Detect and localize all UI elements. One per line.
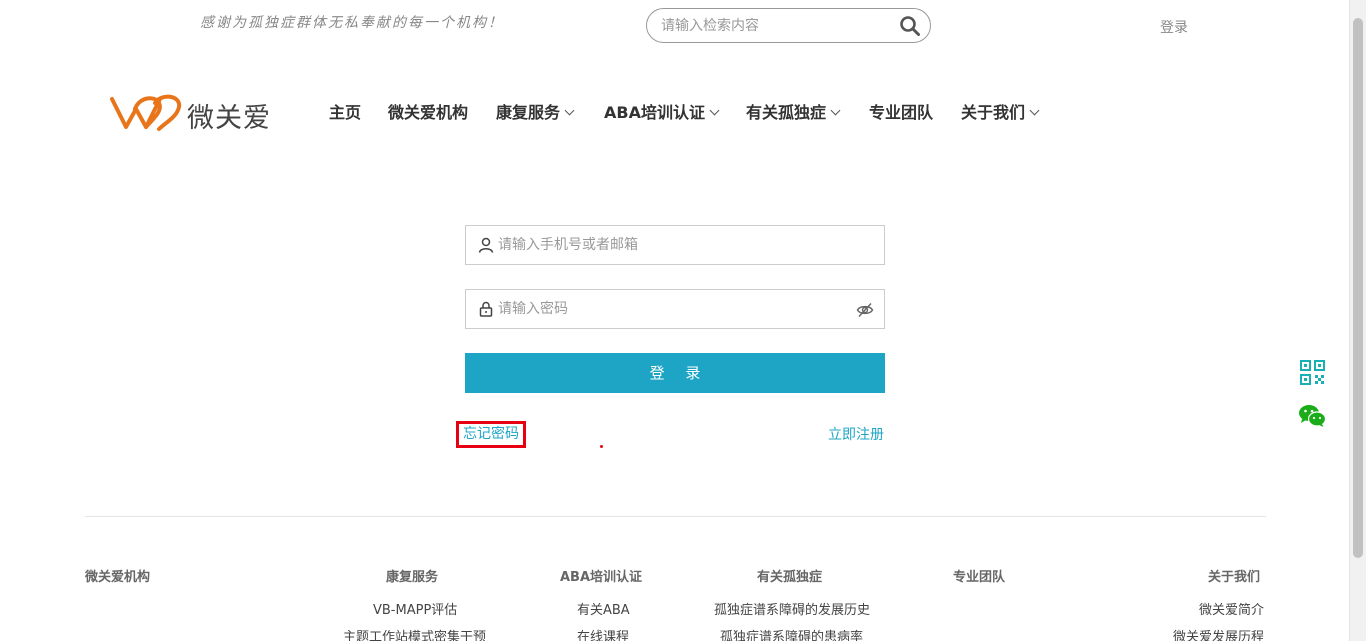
search-icon[interactable] [899, 15, 921, 37]
nav-item-about-autism[interactable]: 有关孤独症 [746, 99, 841, 123]
footer-link[interactable]: VB-MAPP评估 [373, 599, 457, 618]
nav-item-home[interactable]: 主页 [329, 99, 361, 123]
chevron-down-icon [564, 105, 575, 116]
account-field[interactable] [465, 225, 885, 265]
password-input[interactable] [498, 299, 838, 319]
login-button[interactable]: 登 录 [465, 353, 885, 393]
password-field[interactable] [465, 289, 885, 329]
main-nav: 主页 微关爱机构 康复服务 ABA培训认证 有关孤独症 专业团队 关于我们 [0, 99, 1366, 123]
footer-link[interactable]: 微关爱简介 [1199, 599, 1264, 618]
chevron-down-icon [830, 105, 841, 116]
qr-code-icon[interactable] [1300, 360, 1325, 385]
footer-link[interactable]: 微关爱发展历程 [1173, 626, 1264, 641]
footer-title-team[interactable]: 专业团队 [953, 566, 1005, 585]
register-link[interactable]: 立即注册 [828, 424, 884, 444]
lock-icon [478, 301, 494, 317]
nav-item-team[interactable]: 专业团队 [869, 99, 933, 123]
footer-title-autism[interactable]: 有关孤独症 [757, 566, 822, 585]
eye-slash-icon[interactable] [856, 301, 874, 319]
nav-item-about-us[interactable]: 关于我们 [961, 99, 1040, 123]
search-box[interactable] [646, 8, 931, 43]
footer-title-institutions[interactable]: 微关爱机构 [85, 566, 150, 585]
cursor-marker [600, 445, 603, 448]
nav-item-rehab-services[interactable]: 康复服务 [496, 99, 575, 123]
wechat-icon[interactable] [1298, 404, 1327, 428]
forgot-password-link[interactable]: 忘记密码 [456, 421, 526, 448]
chevron-down-icon [709, 105, 720, 116]
footer-title-rehab[interactable]: 康复服务 [386, 566, 438, 585]
footer-link[interactable]: 主题工作站模式密集干预 [343, 626, 486, 641]
footer-link[interactable]: 孤独症谱系障碍的患病率 [720, 626, 863, 641]
user-icon [478, 237, 494, 253]
chevron-down-icon [1029, 105, 1040, 116]
account-input[interactable] [498, 235, 838, 255]
footer-divider [85, 516, 1266, 517]
footer-link[interactable]: 孤独症谱系障碍的发展历史 [714, 599, 870, 618]
page-scrollbar[interactable] [1349, 0, 1366, 641]
footer-title-about[interactable]: 关于我们 [1208, 566, 1260, 585]
search-input[interactable] [661, 16, 891, 36]
footer-link[interactable]: 在线课程 [577, 626, 629, 641]
nav-item-institutions[interactable]: 微关爱机构 [388, 99, 468, 123]
footer-link[interactable]: 有关ABA [577, 599, 630, 618]
top-login-link[interactable]: 登录 [1160, 17, 1188, 37]
scrollbar-thumb[interactable] [1353, 18, 1363, 558]
footer-title-aba[interactable]: ABA培训认证 [560, 566, 642, 585]
slogan: 感谢为孤独症群体无私奉献的每一个机构！ [200, 15, 504, 31]
nav-item-aba-training[interactable]: ABA培训认证 [604, 99, 720, 123]
